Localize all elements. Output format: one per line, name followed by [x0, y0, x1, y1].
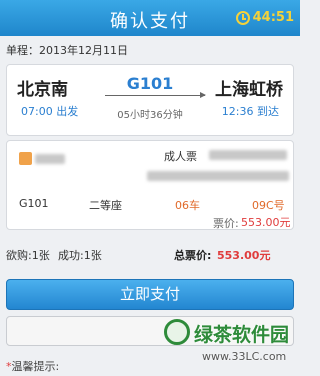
seat-class: 二等座	[89, 199, 122, 212]
countdown-value: 44:51	[252, 10, 294, 25]
arrive-time: 12:36 到达	[221, 105, 279, 118]
countdown-timer: 44:51	[235, 10, 294, 25]
blurred-passenger-name	[35, 154, 65, 164]
passenger-train-no: G101	[19, 197, 49, 210]
passenger-card: 成人票 G101 二等座 06车 09C号 票价: 553.00元	[6, 140, 294, 230]
total-label: 总票价:	[174, 249, 212, 262]
watermark-url: www.33LC.com	[202, 350, 287, 363]
watermark-logo-icon	[164, 319, 190, 345]
ticket-type: 成人票	[164, 150, 197, 163]
tips-section: *温馨提示:	[6, 358, 59, 374]
watermark: 绿茶软件园 www.33LC.com	[164, 316, 298, 374]
pay-now-button[interactable]: 立即支付	[6, 279, 294, 310]
passenger-avatar-icon	[19, 152, 32, 165]
watermark-text: 绿茶软件园	[194, 324, 290, 346]
to-station: 上海虹桥	[215, 80, 283, 100]
price-value: 553.00元	[241, 216, 291, 229]
blurred-id-type	[209, 150, 287, 160]
clock-icon	[235, 10, 250, 25]
app-header: 确认支付 44:51	[0, 0, 300, 36]
want-count: 欲购:1张	[6, 249, 50, 262]
price-label: 票价:	[213, 217, 239, 230]
seat-number: 09C号	[252, 199, 285, 212]
success-count: 成功:1张	[58, 249, 102, 262]
trip-date: 单程：2013年12月11日	[6, 44, 128, 57]
total-value: 553.00元	[217, 249, 271, 262]
blurred-id-number	[147, 171, 289, 181]
tips-label: 温馨提示:	[11, 360, 60, 373]
car-number: 06车	[175, 199, 200, 212]
trip-card: 北京南 07:00 出发 G101 05小时36分钟 上海虹桥 12:36 到达	[6, 64, 294, 136]
route-arrow-icon	[105, 92, 206, 98]
